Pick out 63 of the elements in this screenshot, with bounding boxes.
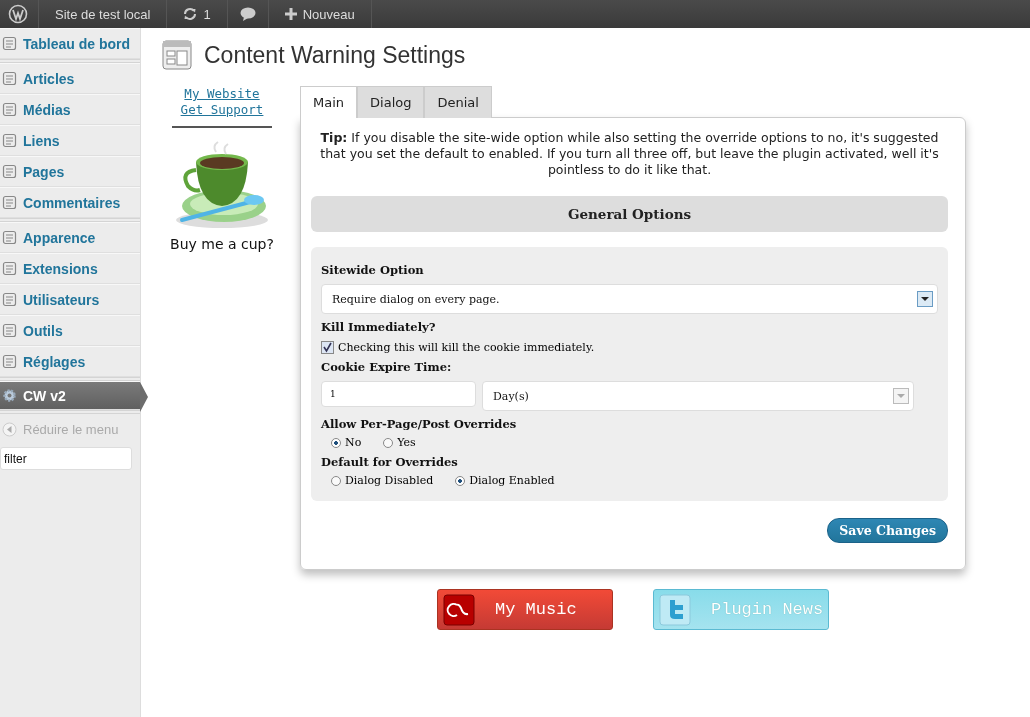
menu-icon <box>2 36 17 51</box>
unit-select[interactable]: Day(s) <box>482 381 914 411</box>
checkbox[interactable] <box>321 341 334 354</box>
field-label: Cookie Expire Time: <box>321 360 453 374</box>
field-label: Kill Immediately? <box>321 320 437 334</box>
radio-button[interactable] <box>331 475 341 486</box>
menu-item[interactable]: Commentaires <box>0 187 140 218</box>
menu-item[interactable]: Extensions <box>0 253 140 284</box>
menu-item[interactable]: Articles <box>0 63 140 94</box>
tab[interactable]: Dialog <box>357 86 425 118</box>
tip-text: Tip: If you disable the site-wide option while also setting the override options to no, it's suggested that you set the default to enabled. If you turn all three off, but leave the plugin activated, well it's pointless to do it like that. <box>319 130 940 178</box>
comment-icon[interactable] <box>239 7 256 21</box>
menu-icon <box>2 195 17 210</box>
radio-label: Dialog Disabled <box>345 474 434 487</box>
menu-icon <box>2 71 17 86</box>
bird-service-icon <box>659 593 691 626</box>
menu-item[interactable]: Liens <box>0 125 140 156</box>
site-link[interactable]: Site de test local <box>39 0 168 28</box>
menu-item[interactable]: Tableau de bord <box>0 28 140 59</box>
updates-link[interactable]: 1 <box>167 0 228 28</box>
menu-item[interactable]: Outils <box>0 315 140 346</box>
menu-item[interactable]: Médias <box>0 94 140 125</box>
radio-button[interactable] <box>331 437 341 448</box>
menu-item[interactable]: Utilisateurs <box>0 284 140 315</box>
page-title: Content Warning Settings <box>204 41 466 69</box>
plus-icon <box>284 8 297 20</box>
menu-item[interactable]: Réglages <box>0 346 140 377</box>
menu-icon <box>2 354 17 369</box>
page-layout-icon <box>162 40 192 70</box>
menu-icon <box>2 261 17 276</box>
new-link[interactable]: Nouveau <box>268 0 372 28</box>
field-label: Sitewide Option <box>321 263 425 277</box>
tab[interactable]: Denial <box>424 86 492 118</box>
gear-icon <box>2 388 17 403</box>
wordpress-logo-icon[interactable] <box>8 4 28 24</box>
menu-item[interactable]: Apparence <box>0 222 140 253</box>
refresh-icon <box>183 7 198 21</box>
menu-icon <box>2 102 17 117</box>
support-link[interactable]: My Website <box>184 86 260 102</box>
menu-icon <box>2 292 17 307</box>
radio-button[interactable] <box>455 475 466 486</box>
support-link[interactable]: Get Support <box>180 102 264 118</box>
menu-icon <box>2 323 17 338</box>
section-header: General Options <box>311 196 948 232</box>
field-label: Default for Overrides <box>321 455 459 469</box>
sitewide-select[interactable]: Require dialog on every page. <box>321 284 938 314</box>
tab[interactable]: Main <box>300 86 358 118</box>
menu-item[interactable]: Pages <box>0 156 140 187</box>
donate-caption: Buy me a cup? <box>170 236 274 252</box>
menu-icon <box>2 133 17 148</box>
checkbox-label: Checking this will kill the cookie immediately. <box>338 341 595 354</box>
expire-number-field[interactable]: 1 <box>321 381 476 407</box>
radio-button[interactable] <box>383 437 394 448</box>
menu-icon <box>2 164 17 179</box>
radio-label: Yes <box>397 436 416 449</box>
filter-field[interactable]: filter <box>0 447 132 470</box>
save-button[interactable]: Save Changes <box>827 518 948 543</box>
menu-icon <box>2 230 17 245</box>
radio-label: No <box>345 436 362 449</box>
field-label: Allow Per-Page/Post Overrides <box>321 417 518 431</box>
social-button[interactable]: My Music <box>437 589 613 630</box>
radio-label: Dialog Enabled <box>469 474 555 487</box>
music-service-icon <box>443 593 475 626</box>
